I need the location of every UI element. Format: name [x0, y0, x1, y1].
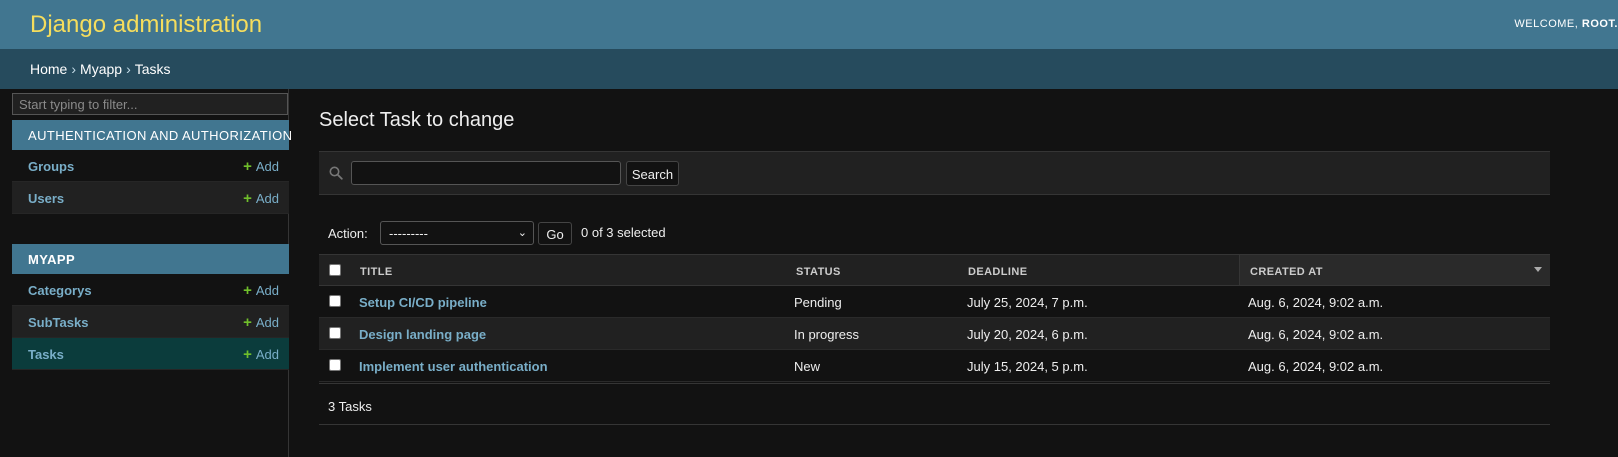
task-created-at: Aug. 6, 2024, 9:02 a.m. [1248, 295, 1384, 310]
sidebar-item-users: Users + Add [12, 182, 289, 214]
chevron-down-icon: ⌄ [517, 227, 527, 239]
sidebar-item-groups-link[interactable]: Groups [28, 159, 74, 174]
action-select[interactable]: --------- ⌄ [380, 221, 534, 245]
task-title-link[interactable]: Setup CI/CD pipeline [359, 295, 487, 310]
sidebar-item-tasks-link[interactable]: Tasks [28, 347, 64, 362]
sidebar-item-categorys-link[interactable]: Categorys [28, 283, 92, 298]
plus-icon: + [243, 314, 252, 331]
add-label: Add [255, 159, 279, 174]
column-header-created-at[interactable]: CREATED AT [1250, 266, 1323, 278]
paginator: 3 Tasks [319, 383, 1550, 425]
row-checkbox[interactable] [329, 295, 341, 307]
username: ROOT. [1581, 18, 1618, 30]
add-label: Add [255, 283, 279, 298]
module-caption-auth[interactable]: AUTHENTICATION AND AUTHORIZATION [12, 120, 292, 150]
module-myapp: MYAPP Categorys + Add SubTasks + Add Tasks… [12, 244, 289, 370]
add-label: Add [255, 315, 279, 330]
welcome-text: WELCOME, [1514, 18, 1582, 30]
add-user-link[interactable]: + Add [243, 190, 279, 207]
breadcrumb-home-link[interactable]: Home [30, 61, 67, 77]
column-header-title[interactable]: TITLE [360, 266, 393, 278]
task-status: New [794, 359, 821, 374]
breadcrumb: Home › Myapp › Tasks [0, 49, 1618, 89]
add-label: Add [255, 347, 279, 362]
column-header-status[interactable]: STATUS [796, 266, 841, 278]
breadcrumb-separator: › [126, 61, 131, 77]
task-created-at: Aug. 6, 2024, 9:02 a.m. [1248, 359, 1384, 374]
page-title: Select Task to change [319, 109, 515, 131]
task-title-link[interactable]: Design landing page [359, 327, 486, 342]
row-checkbox[interactable] [329, 327, 341, 339]
sort-desc-icon[interactable] [1534, 267, 1542, 272]
sidebar-item-groups: Groups + Add [12, 150, 289, 182]
add-task-link[interactable]: + Add [243, 346, 279, 363]
user-tools: WELCOME, ROOT. [1514, 18, 1618, 30]
sidebar-item-subtasks-link[interactable]: SubTasks [28, 315, 88, 330]
add-subtask-link[interactable]: + Add [243, 314, 279, 331]
go-button[interactable]: Go [538, 222, 572, 245]
breadcrumb-app-link[interactable]: Myapp [80, 61, 122, 77]
result-count: 3 Tasks [328, 399, 372, 414]
row-checkbox[interactable] [329, 359, 341, 371]
sidebar-item-subtasks: SubTasks + Add [12, 306, 289, 338]
add-category-link[interactable]: + Add [243, 282, 279, 299]
results-table: TITLE STATUS DEADLINE CREATED AT Setup C… [319, 254, 1550, 382]
plus-icon: + [243, 282, 252, 299]
action-counter: 0 of 3 selected [581, 225, 666, 240]
column-header-deadline[interactable]: DEADLINE [968, 266, 1027, 278]
header: Django administration WELCOME, ROOT. [0, 0, 1618, 49]
table-row: Implement user authentication New July 1… [319, 350, 1550, 382]
task-deadline: July 20, 2024, 6 p.m. [967, 327, 1088, 342]
breadcrumb-separator: › [71, 61, 77, 77]
search-input[interactable] [351, 161, 621, 185]
add-group-link[interactable]: + Add [243, 158, 279, 175]
search-icon [329, 166, 343, 180]
table-header: TITLE STATUS DEADLINE CREATED AT [319, 254, 1550, 286]
task-title-link[interactable]: Implement user authentication [359, 359, 548, 374]
task-deadline: July 25, 2024, 7 p.m. [967, 295, 1088, 310]
plus-icon: + [243, 158, 252, 175]
sidebar-filter-input[interactable] [12, 93, 288, 115]
task-status: In progress [794, 327, 860, 342]
search-button[interactable]: Search [626, 161, 679, 186]
task-deadline: July 15, 2024, 5 p.m. [967, 359, 1088, 374]
module-caption-myapp[interactable]: MYAPP [12, 244, 289, 274]
site-brand-link[interactable]: Django administration [30, 11, 262, 39]
table-row: Setup CI/CD pipeline Pending July 25, 20… [319, 286, 1550, 318]
task-status: Pending [794, 295, 842, 310]
action-label: Action: [328, 226, 368, 241]
plus-icon: + [243, 190, 252, 207]
plus-icon: + [243, 346, 252, 363]
sidebar: AUTHENTICATION AND AUTHORIZATION Groups … [0, 89, 292, 457]
actions-bar: Action: --------- ⌄ Go 0 of 3 selected [319, 221, 1550, 245]
sidebar-item-tasks: Tasks + Add [12, 338, 289, 370]
select-all-checkbox[interactable] [329, 264, 341, 276]
sidebar-item-categorys: Categorys + Add [12, 274, 289, 306]
add-label: Add [255, 191, 279, 206]
search-toolbar: Search [319, 151, 1550, 195]
table-row: Design landing page In progress July 20,… [319, 318, 1550, 350]
action-select-value: --------- [389, 226, 428, 241]
task-created-at: Aug. 6, 2024, 9:02 a.m. [1248, 327, 1384, 342]
sidebar-item-users-link[interactable]: Users [28, 191, 64, 206]
breadcrumb-current: Tasks [134, 61, 171, 77]
module-auth: AUTHENTICATION AND AUTHORIZATION Groups … [12, 120, 292, 214]
